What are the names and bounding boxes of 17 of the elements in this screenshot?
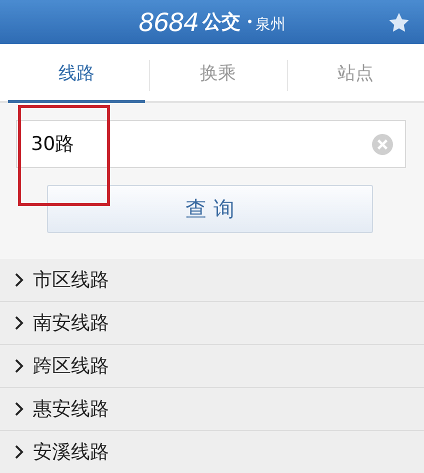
- chevron-icon: [14, 402, 25, 416]
- chevron-icon: [14, 316, 25, 330]
- brand-title: 公交: [202, 10, 240, 35]
- separator-dot: •: [246, 15, 254, 29]
- city-name: 泉州: [255, 14, 286, 34]
- brand-logo: 8684: [138, 8, 198, 36]
- category-label: 南安线路: [33, 311, 109, 336]
- category-label: 惠安线路: [33, 397, 109, 422]
- chevron-icon: [14, 445, 25, 459]
- search-button[interactable]: 查 询: [47, 185, 373, 233]
- chevron-icon: [14, 273, 25, 287]
- star-icon[interactable]: [388, 12, 410, 33]
- category-label: 市区线路: [33, 268, 109, 293]
- search-field[interactable]: 30路: [16, 120, 406, 168]
- category-label: 跨区线路: [33, 354, 109, 379]
- chevron-icon: [14, 359, 25, 373]
- category-label: 安溪线路: [33, 440, 109, 465]
